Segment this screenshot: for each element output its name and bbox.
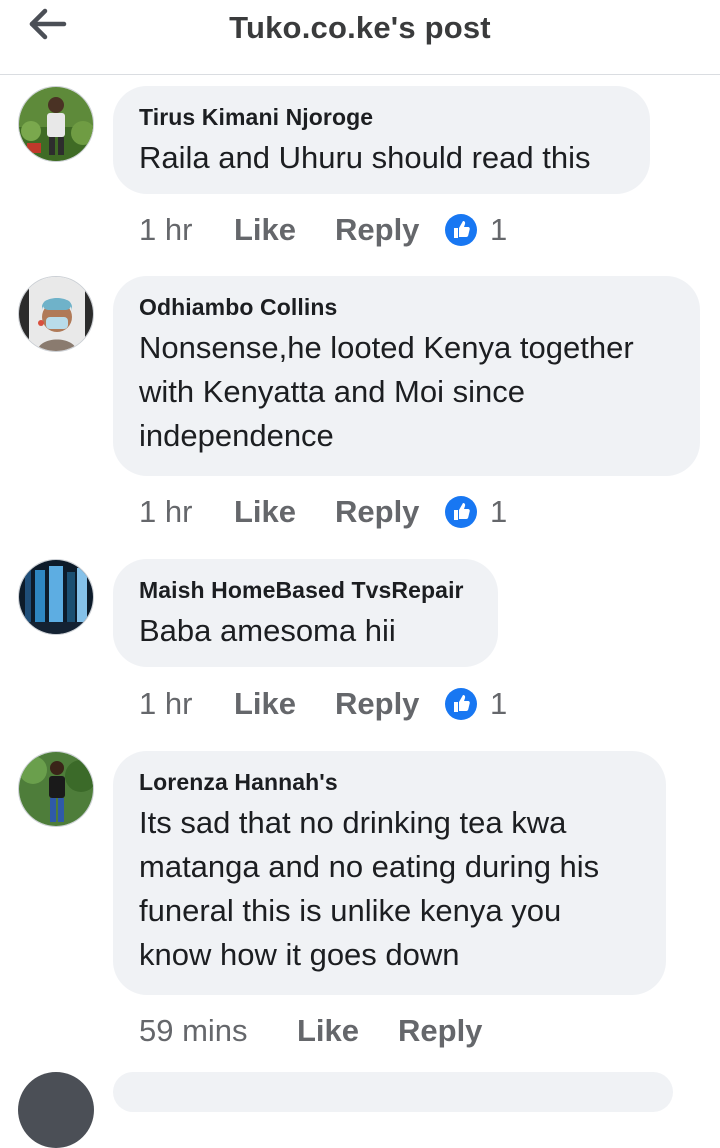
comment-actions: 1 hr Like Reply 1 <box>139 682 539 726</box>
comment-text: Nonsense,he looted Kenya together with K… <box>139 330 634 453</box>
comment-author[interactable]: Odhiambo Collins <box>139 292 674 322</box>
reply-button[interactable]: Reply <box>335 682 419 726</box>
post-header: Tuko.co.ke's post <box>0 0 720 75</box>
comment-time[interactable]: 1 hr <box>139 682 192 726</box>
comment-text: Raila and Uhuru should read this <box>139 140 591 175</box>
comment-time[interactable]: 1 hr <box>139 490 192 534</box>
avatar[interactable] <box>18 559 94 635</box>
like-button[interactable]: Like <box>234 682 296 726</box>
avatar[interactable] <box>18 86 94 162</box>
comment-actions: 1 hr Like Reply 1 <box>139 490 539 534</box>
comment-bubble: Tirus Kimani Njoroge Raila and Uhuru sho… <box>113 86 650 194</box>
comment-bubble: Maish HomeBased TvsRepair Baba amesoma h… <box>113 559 498 667</box>
comment-text: Baba amesoma hii <box>139 613 396 648</box>
like-reaction-icon[interactable] <box>444 495 478 529</box>
like-reaction-icon[interactable] <box>444 687 478 721</box>
comment-author[interactable]: Maish HomeBased TvsRepair <box>139 575 472 605</box>
comment-author[interactable]: Tirus Kimani Njoroge <box>139 102 624 132</box>
reply-button[interactable]: Reply <box>335 490 419 534</box>
comment-bubble: Odhiambo Collins Nonsense,he looted Keny… <box>113 276 700 476</box>
comment-actions: 59 mins Like Reply <box>139 1009 559 1053</box>
reaction-count[interactable]: 1 <box>490 490 507 534</box>
avatar[interactable] <box>18 276 94 352</box>
page-title: Tuko.co.ke's post <box>229 10 491 45</box>
comment-actions: 1 hr Like Reply 1 <box>139 208 539 252</box>
reaction-count[interactable]: 1 <box>490 208 507 252</box>
comment-time[interactable]: 1 hr <box>139 208 192 252</box>
like-reaction-icon[interactable] <box>444 213 478 247</box>
comment-bubble <box>113 1072 673 1112</box>
like-button[interactable]: Like <box>234 208 296 252</box>
avatar[interactable] <box>18 751 94 827</box>
reply-button[interactable]: Reply <box>335 208 419 252</box>
reply-button[interactable]: Reply <box>398 1009 482 1053</box>
like-button[interactable]: Like <box>297 1009 359 1053</box>
reaction-count[interactable]: 1 <box>490 682 507 726</box>
comment-bubble: Lorenza Hannah's Its sad that no drinkin… <box>113 751 666 995</box>
comment-text: Its sad that no drinking tea kwa matanga… <box>139 805 600 972</box>
avatar[interactable] <box>18 1072 94 1148</box>
comment-time[interactable]: 59 mins <box>139 1009 248 1053</box>
comment-author[interactable]: Lorenza Hannah's <box>139 767 640 797</box>
like-button[interactable]: Like <box>234 490 296 534</box>
